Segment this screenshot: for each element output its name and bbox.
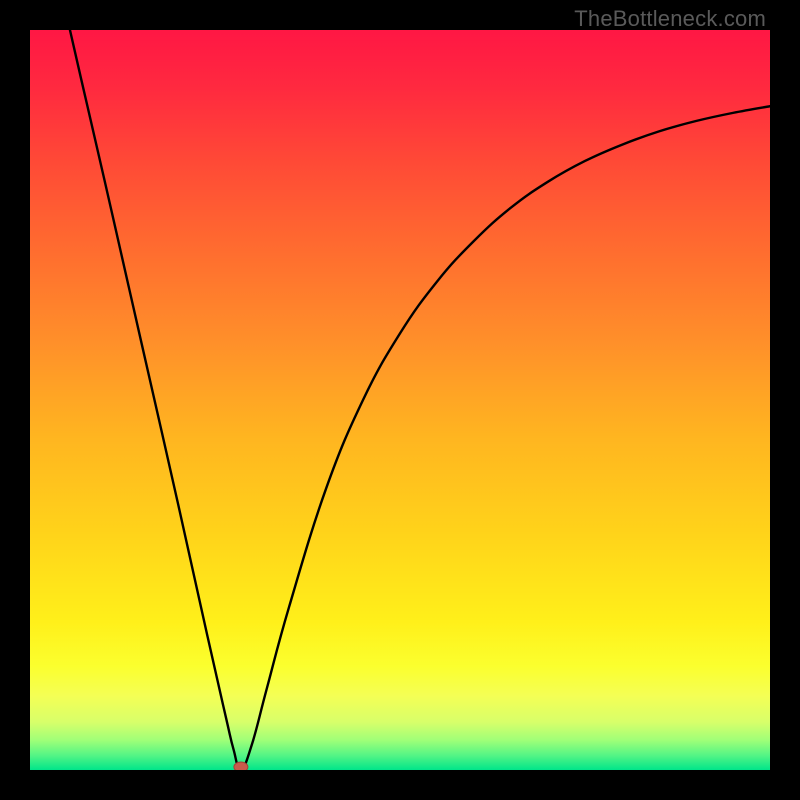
plot-area [30,30,770,770]
curve-layer [30,30,770,770]
watermark-text: TheBottleneck.com [574,6,766,32]
bottleneck-curve [70,30,770,770]
chart-frame: TheBottleneck.com [0,0,800,800]
optimal-marker [234,762,248,770]
